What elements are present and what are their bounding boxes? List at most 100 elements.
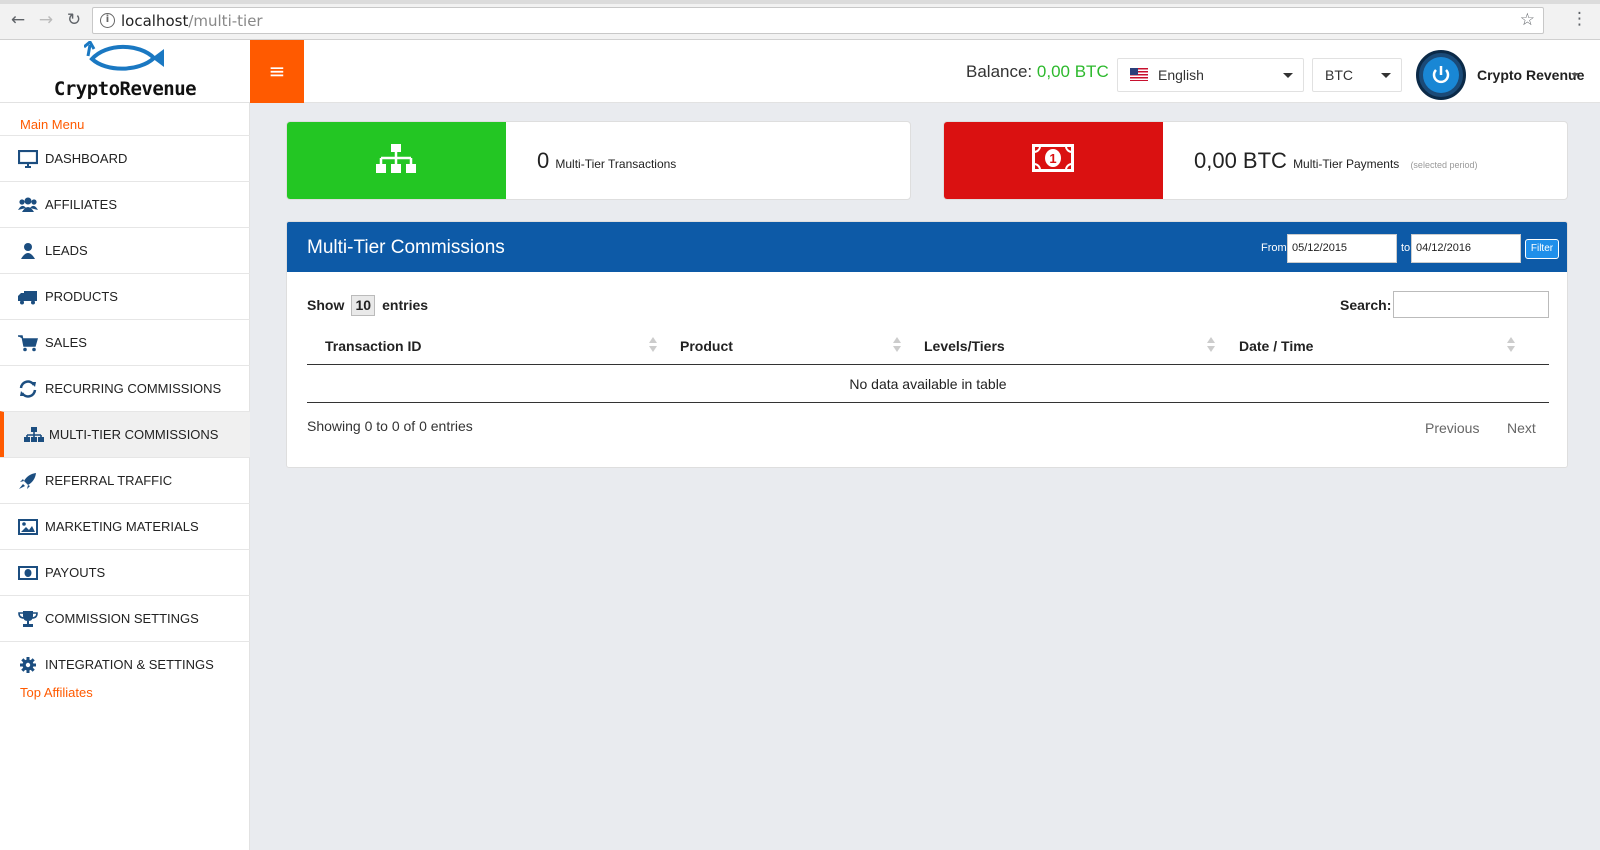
column-transaction-id[interactable]: Transaction ID <box>325 338 421 354</box>
table-header: Transaction ID Product Levels/Tiers Date… <box>307 330 1549 365</box>
page-length-control: Show 10 entries <box>307 295 428 316</box>
sidebar-item-sales[interactable]: SALES <box>0 319 250 365</box>
sidebar-item-label: DASHBOARD <box>45 151 128 166</box>
currency-value: BTC <box>1325 67 1353 83</box>
power-icon <box>1432 66 1450 84</box>
column-date-time[interactable]: Date / Time <box>1239 338 1313 354</box>
money-icon <box>18 564 38 582</box>
sort-icon[interactable] <box>893 337 901 353</box>
reload-icon[interactable]: ↻ <box>64 10 84 30</box>
main-menu-heading: Main Menu <box>20 117 85 132</box>
back-icon[interactable]: ← <box>8 10 28 30</box>
entries-label: entries <box>382 297 429 313</box>
sidebar-item-payouts[interactable]: PAYOUTS <box>0 549 250 595</box>
transactions-label: Multi-Tier Transactions <box>555 157 677 171</box>
address-bar[interactable]: i localhost/multi-tier ☆ <box>92 7 1544 34</box>
payments-swatch: 1 <box>944 122 1163 199</box>
sidebar-item-referral-traffic[interactable]: REFERRAL TRAFFIC <box>0 457 250 503</box>
browser-toolbar: ← → ↻ i localhost/multi-tier ☆ ⋮ <box>0 0 1600 40</box>
trophy-icon <box>18 610 38 628</box>
sidebar-item-label: LEADS <box>45 243 88 258</box>
panel-title: Multi-Tier Commissions <box>307 237 505 258</box>
avatar[interactable] <box>1416 50 1466 100</box>
tab-strip <box>0 0 1600 4</box>
empty-table-message: No data available in table <box>307 366 1549 403</box>
language-value: English <box>1158 67 1204 83</box>
truck-icon <box>18 288 38 306</box>
sidebar-item-marketing-materials[interactable]: MARKETING MATERIALS <box>0 503 250 549</box>
show-label: Show <box>307 297 345 313</box>
balance-value: 0,00 BTC <box>1036 62 1109 81</box>
next-page-button[interactable]: Next <box>1507 420 1536 436</box>
column-levels-tiers[interactable]: Levels/Tiers <box>924 338 1005 354</box>
sort-icon[interactable] <box>649 337 657 353</box>
monitor-icon <box>17 149 39 168</box>
from-label: From <box>1261 242 1287 254</box>
column-product[interactable]: Product <box>680 338 733 354</box>
sidebar: Main Menu DASHBOARD AFFILIATES LEADS PRODUC… <box>0 103 250 850</box>
table-info: Showing 0 to 0 of 0 entries <box>307 418 473 434</box>
brand-name: CryptoRevenue <box>53 78 197 100</box>
sort-icon[interactable] <box>1207 337 1215 353</box>
sidebar-item-label: MARKETING MATERIALS <box>45 519 199 534</box>
transactions-value: 0 <box>537 148 550 173</box>
url-path: /multi-tier <box>188 12 263 30</box>
fish-logo-icon <box>84 41 164 71</box>
rocket-icon <box>18 472 38 490</box>
url-text[interactable]: localhost/multi-tier <box>121 12 263 30</box>
sidebar-item-label: AFFILIATES <box>45 197 117 212</box>
transactions-swatch <box>287 122 506 199</box>
top-header: CryptoRevenue ≡ Balance: 0,00 BTC Englis… <box>0 40 1600 103</box>
search-label: Search: <box>1340 297 1392 313</box>
sidebar-item-affiliates[interactable]: AFFILIATES <box>0 181 250 227</box>
gear-icon <box>18 656 38 674</box>
panel-header: Multi-Tier Commissions From 05/12/2015 t… <box>287 222 1567 272</box>
transactions-stat: 0 Multi-Tier Transactions <box>537 148 676 174</box>
balance: Balance: 0,00 BTC <box>966 62 1109 82</box>
sidebar-item-commission-settings[interactable]: COMMISSION SETTINGS <box>0 595 250 641</box>
chevron-down-icon <box>1283 73 1293 78</box>
search-input[interactable] <box>1393 291 1549 318</box>
sidebar-nav: DASHBOARD AFFILIATES LEADS PRODUCTS SALES REC… <box>0 135 250 687</box>
bookmark-star-icon[interactable]: ☆ <box>1520 10 1535 30</box>
commissions-panel: Multi-Tier Commissions From 05/12/2015 t… <box>286 221 1568 468</box>
sidebar-item-label: COMMISSION SETTINGS <box>45 611 199 626</box>
page-length-select[interactable]: 10 <box>351 295 376 316</box>
sidebar-item-label: REFERRAL TRAFFIC <box>45 473 173 488</box>
filter-button[interactable]: Filter <box>1525 239 1559 259</box>
to-label: to <box>1401 242 1411 254</box>
sidebar-item-label: MULTI-TIER COMMISSIONS <box>49 427 219 442</box>
sidebar-item-label: PRODUCTS <box>45 289 118 304</box>
sidebar-item-products[interactable]: PRODUCTS <box>0 273 250 319</box>
sitemap-icon <box>376 144 416 173</box>
date-to-input[interactable]: 04/12/2016 <box>1411 234 1521 263</box>
language-select[interactable]: English <box>1117 58 1304 92</box>
payments-note: (selected period) <box>1410 160 1478 170</box>
date-from-input[interactable]: 05/12/2015 <box>1287 234 1397 263</box>
logo[interactable]: CryptoRevenue <box>0 40 250 103</box>
avatar-circle <box>1423 57 1459 93</box>
previous-page-button[interactable]: Previous <box>1425 420 1479 436</box>
cart-icon <box>18 334 38 352</box>
sidebar-item-multi-tier-commissions[interactable]: MULTI-TIER COMMISSIONS <box>0 411 250 457</box>
sidebar-item-integration-and-settings[interactable]: INTEGRATION & SETTINGS <box>0 641 250 687</box>
top-affiliates-heading[interactable]: Top Affiliates <box>20 685 93 700</box>
svg-text:1: 1 <box>1049 151 1056 166</box>
user-menu-chevron-icon[interactable] <box>1571 73 1579 77</box>
sidebar-item-recurring-commissions[interactable]: RECURRING COMMISSIONS <box>0 365 250 411</box>
sidebar-item-label: SALES <box>45 335 87 350</box>
info-icon[interactable]: i <box>100 13 115 28</box>
menu-toggle-button[interactable]: ≡ <box>250 40 304 103</box>
sidebar-item-label: INTEGRATION & SETTINGS <box>45 657 214 672</box>
sidebar-item-dashboard[interactable]: DASHBOARD <box>0 135 250 181</box>
sort-icon[interactable] <box>1507 337 1515 353</box>
sidebar-item-label: RECURRING COMMISSIONS <box>45 381 222 396</box>
sidebar-item-leads[interactable]: LEADS <box>0 227 250 273</box>
forward-icon[interactable]: → <box>36 10 56 30</box>
browser-menu-icon[interactable]: ⋮ <box>1571 9 1588 29</box>
user-name[interactable]: Crypto Revenue <box>1477 67 1584 83</box>
refresh-icon <box>18 380 38 398</box>
currency-select[interactable]: BTC <box>1312 58 1402 92</box>
payments-label: Multi-Tier Payments <box>1293 157 1400 171</box>
us-flag-icon <box>1130 68 1148 81</box>
